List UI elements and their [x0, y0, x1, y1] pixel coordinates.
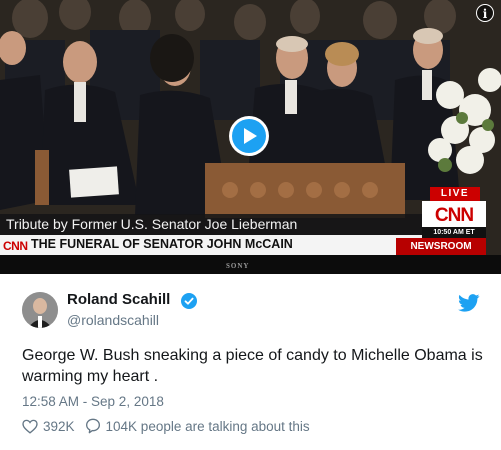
cnn-logo: CNN	[422, 201, 486, 227]
author-handle[interactable]: @rolandscahill	[67, 312, 159, 328]
twitter-bird-icon[interactable]	[458, 294, 480, 312]
lower-third-caption: Tribute by Former U.S. Senator Joe Liebe…	[6, 216, 298, 232]
tweet-text: George W. Bush sneaking a piece of candy…	[22, 347, 483, 385]
broadcast-time: 10:50 AM ET	[422, 227, 486, 238]
reply-action[interactable]: 104K people are talking about this	[85, 418, 310, 434]
live-badge: LIVE	[430, 187, 480, 201]
svg-text:CNN: CNN	[435, 205, 473, 224]
play-button[interactable]	[229, 116, 269, 156]
tweet-timestamp[interactable]: 12:58 AM - Sep 2, 2018	[22, 394, 164, 409]
heart-icon	[22, 419, 38, 434]
author-name[interactable]: Roland Scahill	[67, 291, 170, 308]
info-icon[interactable]: i	[476, 4, 494, 22]
author-avatar[interactable]	[22, 292, 58, 328]
avatar-image	[22, 292, 58, 328]
cnn-small-logo: CNN	[3, 239, 28, 253]
like-action[interactable]: 392K	[22, 419, 75, 434]
headline-text: THE FUNERAL OF SENATOR JOHN McCAIN	[31, 237, 293, 251]
embedded-video[interactable]: i Tribute by Former U.S. Senator Joe Lie…	[0, 0, 501, 274]
like-count: 392K	[43, 418, 75, 434]
newsroom-badge: NEWSROOM	[396, 238, 486, 255]
talking-count: 104K people are talking about this	[105, 418, 310, 434]
cnn-logo-icon: CNN	[435, 205, 474, 224]
speech-bubble-icon	[85, 418, 100, 434]
verified-badge-icon	[181, 293, 197, 309]
play-icon	[244, 128, 257, 144]
tweet-actions: 392K 104K people are talking about this	[22, 418, 320, 434]
tv-brand-label: SONY	[226, 262, 250, 270]
